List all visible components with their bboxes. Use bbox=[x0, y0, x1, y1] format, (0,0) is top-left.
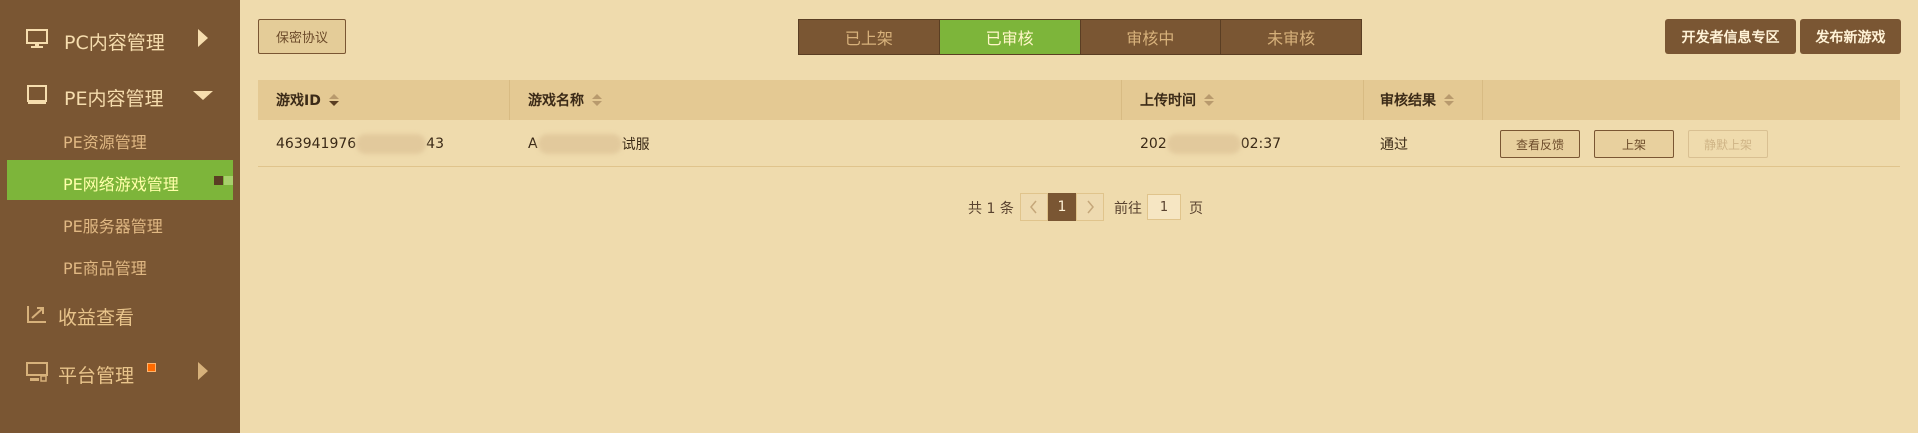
sidebar-subitem-pe-resources[interactable]: PE资源管理 bbox=[0, 118, 240, 158]
redacted-blur bbox=[1166, 134, 1241, 154]
cell-game-id: 463941976 43 bbox=[276, 134, 444, 154]
sort-icon bbox=[328, 94, 339, 106]
nda-button[interactable]: 保密协议 bbox=[258, 19, 346, 54]
sidebar-subitem-label: PE资源管理 bbox=[63, 133, 147, 152]
sidebar-item-label: PC内容管理 bbox=[64, 32, 165, 54]
pixel-decoration bbox=[214, 176, 223, 185]
goto-page-input[interactable]: 1 bbox=[1147, 194, 1181, 220]
chevron-left-icon bbox=[1030, 200, 1037, 214]
sort-icon bbox=[1444, 94, 1454, 106]
page-number-button[interactable]: 1 bbox=[1048, 193, 1076, 221]
chevron-down-icon bbox=[193, 91, 213, 100]
column-header-name[interactable]: 游戏名称 bbox=[528, 80, 602, 120]
tab-reviewed[interactable]: 已审核 bbox=[939, 20, 1081, 54]
sidebar-item-label: 平台管理 bbox=[58, 365, 135, 387]
sidebar-subitem-pe-online-games[interactable]: PE网络游戏管理 bbox=[0, 160, 240, 200]
shelve-button[interactable]: 上架 bbox=[1594, 130, 1674, 158]
platform-monitor-icon bbox=[26, 362, 48, 382]
column-header-review-result[interactable]: 审核结果 bbox=[1380, 80, 1454, 120]
tab-under-review[interactable]: 审核中 bbox=[1080, 20, 1222, 54]
publish-game-button[interactable]: 发布新游戏 bbox=[1800, 19, 1901, 54]
view-feedback-button[interactable]: 查看反馈 bbox=[1500, 130, 1580, 158]
table-header: 游戏ID 游戏名称 上传时间 审核结果 bbox=[258, 80, 1900, 120]
sidebar-item-label: PE内容管理 bbox=[64, 88, 164, 110]
redacted-blur bbox=[537, 134, 622, 154]
page-label: 页 bbox=[1189, 201, 1203, 217]
sort-icon bbox=[1204, 94, 1214, 106]
pixel-decoration bbox=[214, 186, 223, 195]
column-divider bbox=[509, 80, 510, 120]
sidebar-item-platform[interactable]: 平台管理 bbox=[0, 350, 240, 394]
redacted-blur bbox=[356, 134, 427, 154]
tab-listed[interactable]: 已上架 bbox=[799, 20, 940, 54]
chevron-right-icon bbox=[198, 362, 208, 380]
sidebar-subitem-pe-products[interactable]: PE商品管理 bbox=[0, 244, 240, 284]
monitor-icon bbox=[26, 29, 48, 48]
sort-icon bbox=[592, 94, 602, 106]
next-page-button[interactable] bbox=[1076, 193, 1104, 221]
column-header-id[interactable]: 游戏ID bbox=[276, 80, 339, 120]
column-header-upload-time[interactable]: 上传时间 bbox=[1140, 80, 1214, 120]
pagination-total: 共 1 条 bbox=[968, 201, 1014, 217]
table-row: 463941976 43 A 试服 202 02:37 通过 查看反馈 上架 静… bbox=[258, 121, 1900, 167]
cell-upload-time: 202 02:37 bbox=[1140, 134, 1282, 154]
status-tabs: 已上架 已审核 审核中 未审核 bbox=[798, 19, 1362, 55]
sidebar-subitem-label: PE服务器管理 bbox=[63, 217, 163, 236]
sidebar-item-pe-content[interactable]: PE内容管理 bbox=[0, 73, 240, 117]
chevron-right-icon bbox=[198, 29, 208, 47]
column-divider bbox=[1363, 80, 1364, 120]
sidebar-item-earnings[interactable]: 收益查看 bbox=[0, 292, 240, 336]
sidebar-item-pc-content[interactable]: PC内容管理 bbox=[0, 17, 240, 61]
sidebar: PC内容管理 PE内容管理 PE资源管理 PE网络游戏管理 PE服务器管理 PE… bbox=[0, 0, 240, 433]
notification-badge bbox=[147, 363, 156, 372]
prev-page-button[interactable] bbox=[1020, 193, 1048, 221]
sidebar-item-label: 收益查看 bbox=[58, 307, 135, 329]
column-divider bbox=[1482, 80, 1483, 120]
sidebar-subitem-label: PE网络游戏管理 bbox=[63, 175, 179, 194]
tablet-icon bbox=[27, 85, 47, 104]
chevron-right-icon bbox=[1087, 200, 1094, 214]
pixel-decoration bbox=[224, 176, 233, 185]
chart-up-icon bbox=[27, 306, 46, 323]
cell-review-result: 通过 bbox=[1380, 137, 1408, 153]
developer-info-button[interactable]: 开发者信息专区 bbox=[1665, 19, 1796, 54]
tab-not-reviewed[interactable]: 未审核 bbox=[1221, 20, 1361, 54]
pixel-decoration bbox=[224, 166, 233, 175]
sidebar-subitem-pe-servers[interactable]: PE服务器管理 bbox=[0, 202, 240, 242]
sidebar-subitem-label: PE商品管理 bbox=[63, 259, 147, 278]
default-shelve-button: 静默上架 bbox=[1688, 130, 1768, 158]
column-divider bbox=[1121, 80, 1122, 120]
goto-label: 前往 bbox=[1114, 201, 1142, 217]
cell-game-name: A 试服 bbox=[528, 134, 650, 154]
